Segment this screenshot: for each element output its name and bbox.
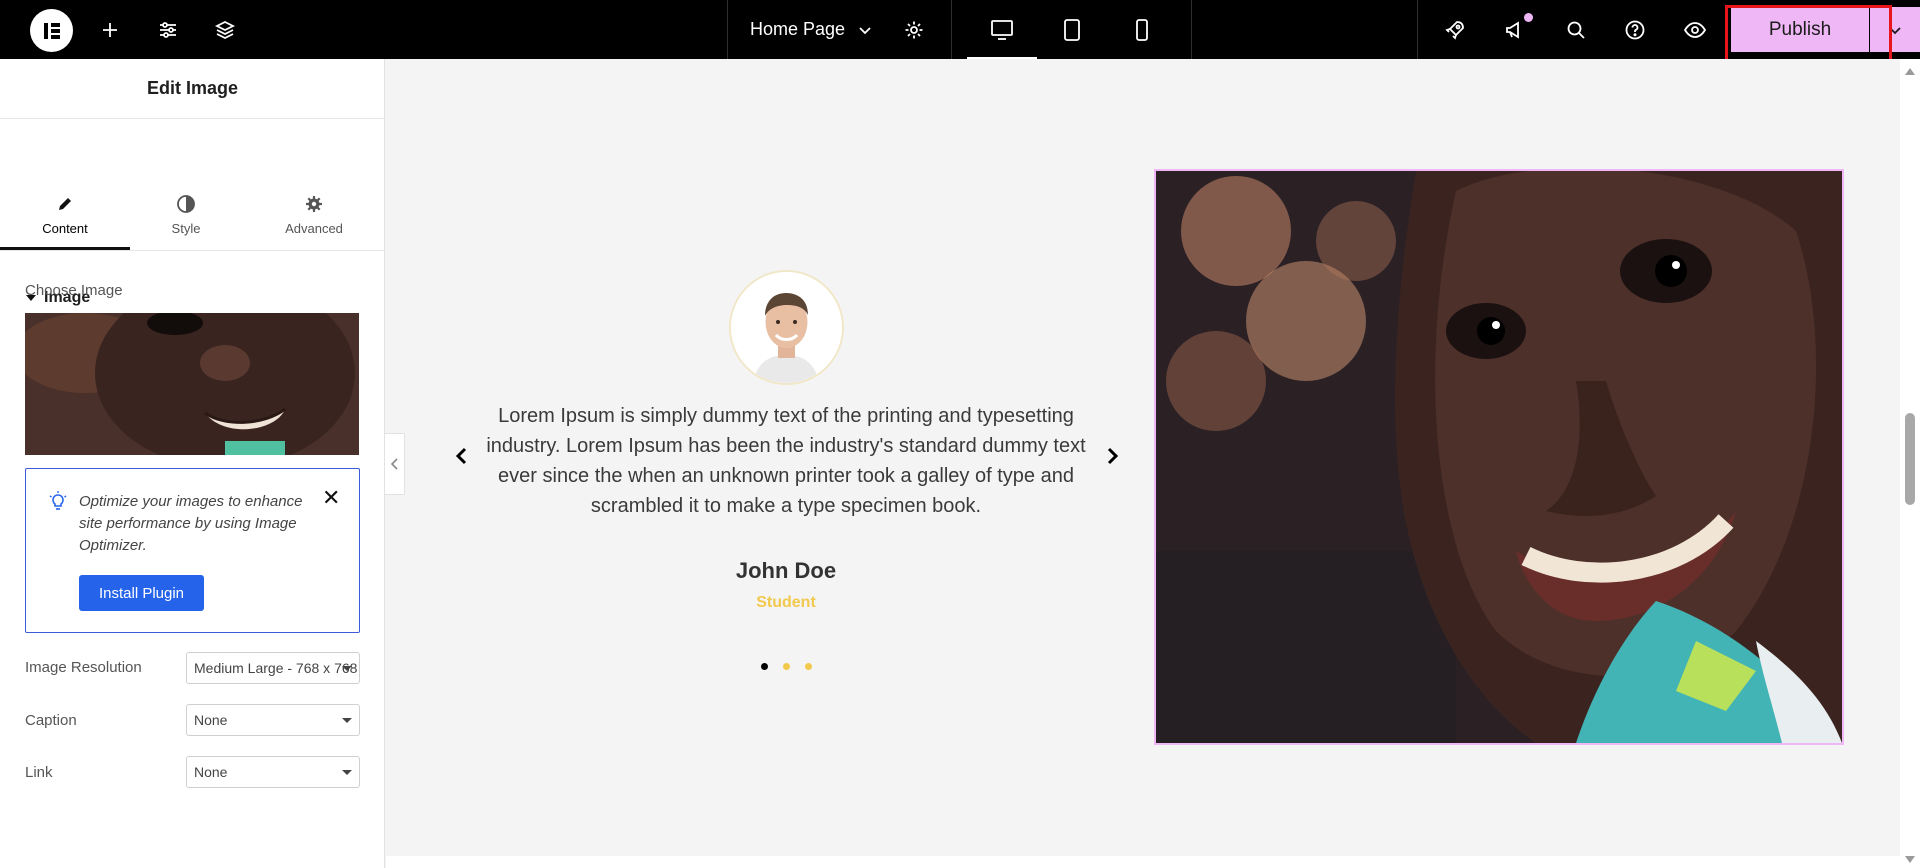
carousel-next-button[interactable] xyxy=(1105,446,1119,472)
tab-advanced-label: Advanced xyxy=(285,221,343,236)
chevron-left-icon xyxy=(390,458,398,470)
install-plugin-button[interactable]: Install Plugin xyxy=(79,575,204,611)
panel-tabs: Content Style Advanced xyxy=(0,119,385,251)
gear-icon xyxy=(306,196,322,212)
carousel-dot[interactable] xyxy=(761,663,768,670)
plus-icon xyxy=(103,22,117,37)
notification-badge xyxy=(1524,13,1533,22)
testimonial-quote: Lorem Ipsum is simply dummy text of the … xyxy=(486,405,1086,517)
separator xyxy=(951,0,952,59)
help-icon xyxy=(1625,20,1645,39)
tab-advanced[interactable]: Advanced xyxy=(250,119,378,250)
tablet-icon xyxy=(1064,18,1080,41)
top-bar: Home Page Publish xyxy=(0,0,1920,59)
choose-image-label: Choose Image xyxy=(25,282,123,299)
chevron-left-icon xyxy=(455,447,467,465)
tab-content[interactable]: Content xyxy=(1,119,129,250)
tab-style-label: Style xyxy=(171,221,201,236)
image-resolution-value: Medium Large - 768 x 768 xyxy=(194,660,358,676)
sliders-icon xyxy=(160,21,176,38)
rocket-icon xyxy=(1445,20,1464,40)
add-element-button[interactable] xyxy=(92,0,128,59)
page-selector[interactable]: Home Page xyxy=(750,0,873,59)
link-value: None xyxy=(194,764,228,780)
carousel-dot[interactable] xyxy=(783,663,790,670)
desktop-view-button[interactable] xyxy=(967,0,1037,59)
close-icon[interactable]: ✕ xyxy=(322,487,340,509)
pencil-icon xyxy=(59,198,71,210)
site-settings-button[interactable] xyxy=(150,0,186,59)
notice-text: Optimize your images to enhance site per… xyxy=(79,493,303,554)
carousel-dot[interactable] xyxy=(805,663,812,670)
desktop-icon xyxy=(991,19,1013,40)
testimonial-role: Student xyxy=(756,594,816,611)
lightbulb-icon xyxy=(48,491,68,518)
man-portrait xyxy=(731,272,842,383)
testimonial-avatar xyxy=(729,270,844,385)
mobile-icon xyxy=(1136,18,1148,41)
eye-icon xyxy=(1683,21,1707,38)
caption-value: None xyxy=(194,712,228,728)
scroll-up-arrow[interactable] xyxy=(1905,68,1915,75)
optimizer-notice: Optimize your images to enhance site per… xyxy=(25,468,360,633)
scrollbar-thumb[interactable] xyxy=(1905,413,1915,505)
divider xyxy=(0,250,385,251)
image-widget[interactable] xyxy=(1154,169,1844,745)
caret-down-icon xyxy=(342,718,352,723)
separator xyxy=(727,0,728,59)
chevron-right-icon xyxy=(1107,447,1119,465)
preview-button[interactable] xyxy=(1680,0,1710,59)
caption-select[interactable]: None xyxy=(186,704,360,736)
mobile-view-button[interactable] xyxy=(1107,0,1177,59)
link-select[interactable]: None xyxy=(186,756,360,788)
structure-button[interactable] xyxy=(207,0,243,59)
child-face-thumbnail xyxy=(25,313,359,455)
tab-style[interactable]: Style xyxy=(122,119,250,250)
gear-icon xyxy=(905,21,923,38)
editor-panel: Edit Image Content Style Advanced Image … xyxy=(0,59,385,868)
testimonial-name: John Doe xyxy=(735,558,837,583)
scroll-down-arrow[interactable] xyxy=(1905,856,1915,863)
collapse-panel-button[interactable] xyxy=(385,433,405,495)
tab-content-label: Content xyxy=(42,221,88,236)
caret-down-icon xyxy=(342,666,352,671)
whats-new-button[interactable] xyxy=(1500,0,1533,59)
contrast-icon xyxy=(177,195,195,213)
elementor-logo-icon xyxy=(43,22,60,39)
page-settings-button[interactable] xyxy=(899,0,929,59)
elementor-logo[interactable] xyxy=(30,9,73,52)
chevron-down-icon xyxy=(859,26,871,34)
panel-title: Edit Image xyxy=(0,59,385,119)
child-portrait-image xyxy=(1156,171,1842,743)
image-resolution-select[interactable]: Medium Large - 768 x 768 xyxy=(186,652,360,684)
search-button[interactable] xyxy=(1561,0,1591,59)
layers-icon xyxy=(214,20,236,39)
separator xyxy=(1191,0,1192,59)
search-icon xyxy=(1567,21,1585,39)
caption-label: Caption xyxy=(25,712,77,729)
page-name: Home Page xyxy=(750,19,846,39)
launchpad-button[interactable] xyxy=(1440,0,1470,59)
canvas-footer xyxy=(386,856,1900,868)
megaphone-icon xyxy=(1506,20,1519,39)
image-resolution-label: Image Resolution xyxy=(25,659,142,676)
help-button[interactable] xyxy=(1620,0,1650,59)
caret-down-icon xyxy=(342,770,352,775)
tablet-view-button[interactable] xyxy=(1037,0,1107,59)
separator xyxy=(1417,0,1418,59)
carousel-prev-button[interactable] xyxy=(455,446,469,472)
image-thumbnail[interactable] xyxy=(25,313,359,455)
link-label: Link xyxy=(25,764,53,781)
